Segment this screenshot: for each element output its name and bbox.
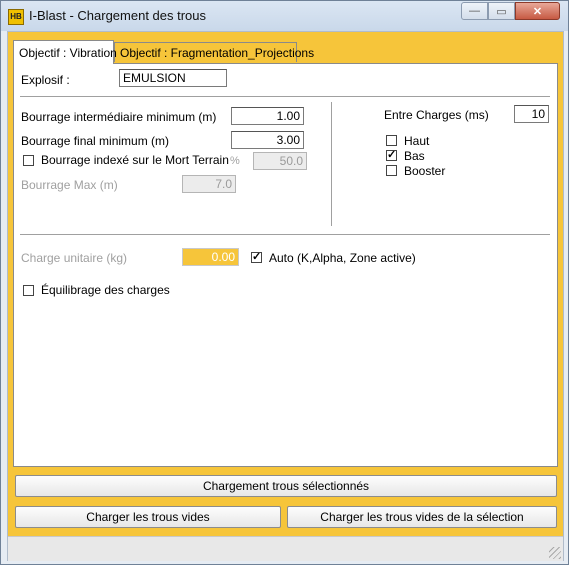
- chargement-trous-selectionnes-button[interactable]: Chargement trous sélectionnés: [15, 475, 557, 497]
- bourrage-final-label: Bourrage final minimum (m): [21, 134, 170, 148]
- close-icon: ✕: [532, 5, 543, 18]
- auto-label: Auto (K,Alpha, Zone active): [269, 251, 416, 265]
- divider-vertical: [331, 102, 333, 226]
- tab-vibration[interactable]: Objectif : Vibration: [13, 40, 117, 64]
- explosif-field[interactable]: EMULSION: [119, 69, 227, 87]
- divider-middle: [20, 234, 550, 236]
- bourrage-intermediaire-label: Bourrage intermédiaire minimum (m): [21, 110, 217, 124]
- charge-unitaire-label: Charge unitaire (kg): [21, 251, 128, 265]
- haut-checkbox[interactable]: [386, 135, 397, 146]
- percent-label: %: [230, 155, 240, 167]
- booster-label: Booster: [404, 164, 446, 178]
- bourrage-final-field[interactable]: 3.00: [231, 131, 304, 149]
- maximize-icon: ▭: [496, 5, 507, 18]
- auto-checkmark: ✓: [252, 251, 262, 263]
- bourrage-max-label: Bourrage Max (m): [21, 178, 118, 192]
- app-icon: HB: [8, 9, 24, 25]
- equilibrage-checkbox[interactable]: [23, 285, 34, 296]
- haut-label: Haut: [404, 134, 430, 148]
- booster-checkbox[interactable]: [386, 165, 397, 176]
- window-title: I-Blast - Chargement des trous: [29, 8, 207, 23]
- charger-trous-vides-button[interactable]: Charger les trous vides: [15, 506, 281, 528]
- charge-unitaire-field[interactable]: 0.00: [182, 248, 239, 266]
- bas-checkbox[interactable]: ✓: [386, 150, 397, 161]
- status-bar: [8, 536, 563, 561]
- title-bar[interactable]: HB I-Blast - Chargement des trous — ▭ ✕: [1, 1, 568, 31]
- bourrage-indexe-checkbox[interactable]: [23, 155, 34, 166]
- equilibrage-label: Équilibrage des charges: [41, 283, 170, 297]
- minimize-icon: —: [469, 5, 480, 17]
- client-area: Objectif : Vibration Objectif : Fragment…: [7, 31, 564, 561]
- tab-panel: Explosif : EMULSION Bourrage intermédiai…: [13, 63, 558, 467]
- bourrage-indexe-label: Bourrage indexé sur le Mort Terrain: [41, 153, 229, 167]
- entre-charges-field[interactable]: 10: [514, 105, 549, 123]
- main-window: HB I-Blast - Chargement des trous — ▭ ✕ …: [0, 0, 569, 565]
- explosif-label: Explosif :: [21, 73, 70, 87]
- entre-charges-label: Entre Charges (ms): [384, 108, 489, 122]
- divider-top: [20, 96, 550, 98]
- charger-trous-vides-selection-button[interactable]: Charger les trous vides de la sélection: [287, 506, 557, 528]
- auto-checkbox[interactable]: ✓: [251, 252, 262, 263]
- tab-fragmentation[interactable]: Objectif : Fragmentation_Projections: [114, 42, 314, 62]
- maximize-button[interactable]: ▭: [488, 2, 515, 20]
- bas-checkmark: ✓: [387, 149, 397, 161]
- resize-grip-icon[interactable]: [549, 547, 561, 559]
- bourrage-max-field[interactable]: 7.0: [182, 175, 236, 193]
- bourrage-intermediaire-field[interactable]: 1.00: [231, 107, 304, 125]
- percent-field[interactable]: 50.0: [253, 152, 307, 170]
- minimize-button[interactable]: —: [461, 2, 488, 20]
- close-button[interactable]: ✕: [515, 2, 560, 20]
- bas-label: Bas: [404, 149, 425, 163]
